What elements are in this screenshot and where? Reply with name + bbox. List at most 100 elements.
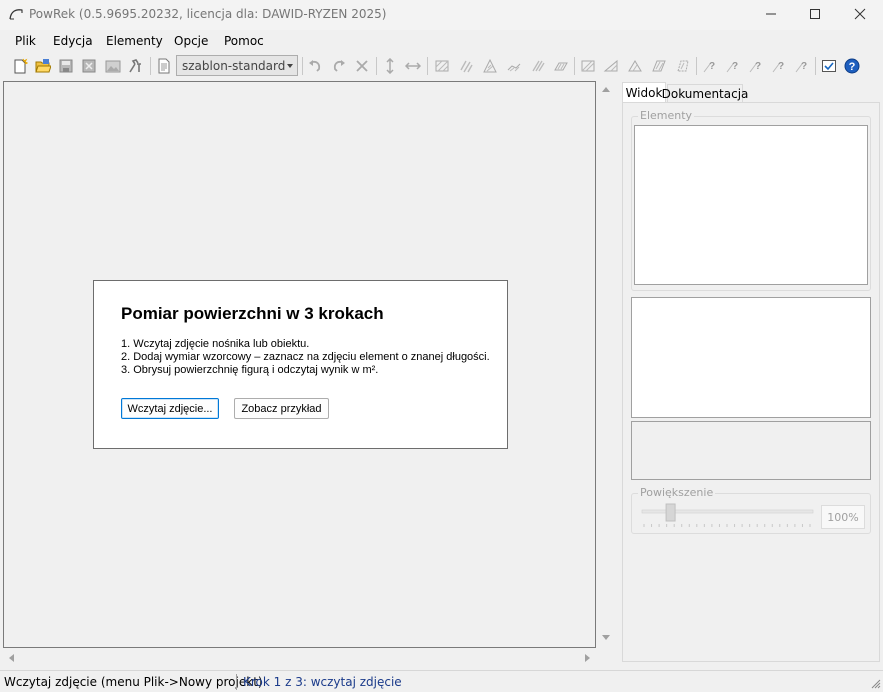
- menu-bar: Plik Edycja Elementy Opcje Pomoc: [0, 30, 883, 52]
- open-button[interactable]: [34, 57, 52, 75]
- export-image-button[interactable]: [104, 57, 122, 75]
- vertical-scrollbar[interactable]: [597, 81, 615, 648]
- maximize-button[interactable]: [792, 0, 838, 28]
- help-icon: ?: [844, 58, 860, 74]
- svg-text:?: ?: [801, 61, 807, 72]
- help-area-3-button[interactable]: ?: [747, 57, 765, 75]
- menu-elementy[interactable]: Elementy: [106, 34, 163, 48]
- hatch-circle-icon: [460, 60, 473, 73]
- minimize-button[interactable]: [748, 0, 794, 28]
- menu-pomoc[interactable]: Pomoc: [224, 34, 264, 48]
- minimize-icon: [766, 13, 776, 15]
- window-title: PowRek (0.5.9695.20232, licencja dla: DA…: [29, 7, 387, 21]
- toolbar-separator: [427, 57, 428, 75]
- intro-step-2: 2. Dodaj wymiar wzorcowy – zaznacz na zd…: [121, 351, 490, 363]
- elements-list[interactable]: [634, 125, 868, 285]
- hatch-polygon-2-button[interactable]: [674, 57, 692, 75]
- svg-text:?: ?: [732, 61, 738, 72]
- hatch-triangle-icon: [483, 58, 497, 73]
- open-icon: [35, 59, 51, 73]
- save-as-icon: [82, 59, 96, 73]
- scroll-left-icon[interactable]: [7, 653, 15, 663]
- hatch-polygon-icon: [677, 60, 689, 72]
- hatch-ellipse-button[interactable]: [505, 57, 523, 75]
- help-area-3-icon: ?: [749, 61, 761, 73]
- info-box: [631, 421, 871, 480]
- maximize-icon: [810, 9, 820, 19]
- help-area-2-icon: ?: [726, 61, 738, 73]
- zoom-slider-thumb[interactable]: [665, 503, 676, 522]
- hatch-trapezoid-icon: [554, 62, 568, 71]
- toolbar-separator: [574, 57, 575, 75]
- scroll-up-icon[interactable]: [601, 85, 611, 93]
- document-icon: [158, 58, 170, 74]
- hatch-ring-icon: [628, 60, 642, 72]
- new-project-button[interactable]: [11, 57, 29, 75]
- undo-icon: [309, 60, 321, 72]
- new-project-icon: [14, 58, 28, 74]
- redo-button[interactable]: [330, 57, 348, 75]
- help-area-4-icon: ?: [772, 61, 784, 73]
- scroll-down-icon[interactable]: [601, 634, 611, 642]
- svg-text:?: ?: [755, 61, 761, 72]
- vertical-dimension-button[interactable]: [381, 57, 399, 75]
- hatch-parallelogram-button[interactable]: [529, 57, 547, 75]
- save-button[interactable]: [57, 57, 75, 75]
- svg-text:?: ?: [849, 61, 856, 73]
- options-button[interactable]: [820, 57, 838, 75]
- help-area-5-icon: ?: [795, 61, 807, 73]
- hatch-sector-button[interactable]: [579, 57, 597, 75]
- resize-grip-icon[interactable]: [871, 679, 881, 689]
- intro-title: Pomiar powierzchni w 3 krokach: [121, 304, 384, 323]
- zoom-value: 100%: [821, 505, 865, 529]
- vertical-dimension-icon: [386, 58, 394, 74]
- save-as-button[interactable]: [80, 57, 98, 75]
- scroll-right-icon[interactable]: [584, 653, 592, 663]
- intro-step-3: 3. Obrysuj powierzchnię figurą i odczyta…: [121, 364, 379, 376]
- close-button[interactable]: [837, 0, 883, 28]
- horizontal-scrollbar[interactable]: [3, 648, 596, 666]
- toolbar-separator: [376, 57, 377, 75]
- zoom-slider[interactable]: [638, 500, 818, 532]
- tab-widok[interactable]: Widok: [622, 82, 666, 103]
- hatch-segment-button[interactable]: [602, 57, 620, 75]
- hatch-ring-button[interactable]: [626, 57, 644, 75]
- toolbar-separator: [815, 57, 816, 75]
- status-hint: Wczytaj zdjęcie (menu Plik->Nowy projekt…: [4, 675, 263, 689]
- help-area-4-button[interactable]: ?: [770, 57, 788, 75]
- help-area-1-button[interactable]: ?: [701, 57, 719, 75]
- see-example-button[interactable]: Zobacz przykład: [234, 398, 329, 419]
- menu-opcje[interactable]: Opcje: [174, 34, 208, 48]
- curve-icon: [9, 9, 23, 20]
- hatch-rect-button[interactable]: [433, 57, 451, 75]
- elements-label: Elementy: [638, 109, 695, 122]
- title-bar: PowRek (0.5.9695.20232, licencja dla: DA…: [0, 0, 883, 30]
- help-button[interactable]: ?: [843, 57, 861, 75]
- help-area-1-icon: ?: [703, 61, 715, 73]
- template-select[interactable]: szablon-standard: [176, 55, 298, 76]
- horizontal-dimension-button[interactable]: [404, 57, 422, 75]
- load-image-button[interactable]: Wczytaj zdjęcie...: [121, 398, 219, 419]
- undo-button[interactable]: [306, 57, 324, 75]
- toolbar-separator: [696, 57, 697, 75]
- help-area-2-button[interactable]: ?: [724, 57, 742, 75]
- checkbox-options-icon: [822, 60, 836, 72]
- toolbar: szablon-standard ? ? ? ? ? ?: [0, 53, 883, 79]
- help-area-5-button[interactable]: ?: [793, 57, 811, 75]
- horizontal-dimension-icon: [405, 62, 421, 70]
- hatch-circle-button[interactable]: [457, 57, 475, 75]
- tab-dokumentacja[interactable]: Dokumentacja: [662, 84, 748, 102]
- hatch-trapezoid-button[interactable]: [552, 57, 570, 75]
- redo-icon: [333, 60, 345, 72]
- hatch-polygon-button[interactable]: [650, 57, 668, 75]
- document-button[interactable]: [155, 57, 173, 75]
- tools-icon: [129, 59, 141, 73]
- hatch-segment-icon: [603, 59, 618, 72]
- hatch-triangle-button[interactable]: [481, 57, 499, 75]
- menu-edycja[interactable]: Edycja: [53, 34, 93, 48]
- hatch-polygon-icon: [652, 60, 666, 72]
- tools-button[interactable]: [126, 57, 144, 75]
- intro-step-1: 1. Wczytaj zdjęcie nośnika lub obiektu.: [121, 338, 310, 350]
- delete-button[interactable]: [353, 57, 371, 75]
- menu-plik[interactable]: Plik: [15, 34, 36, 48]
